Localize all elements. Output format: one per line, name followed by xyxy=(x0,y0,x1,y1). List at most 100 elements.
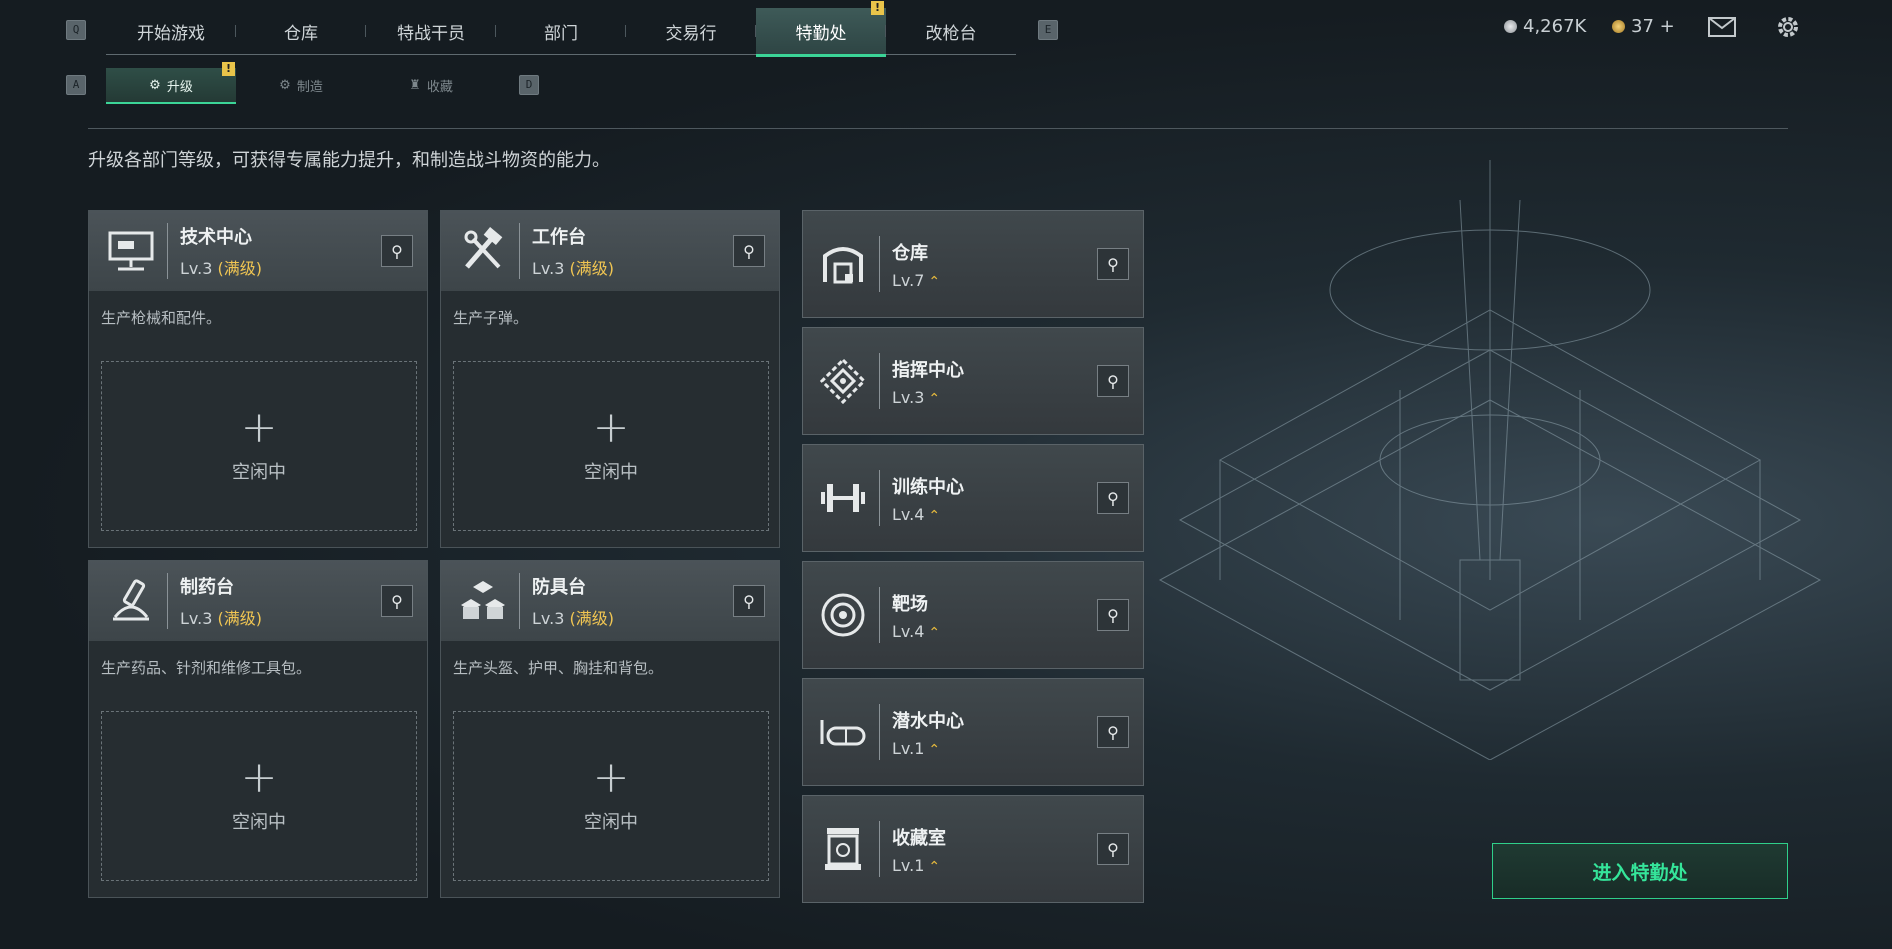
card-level: Lv.4 xyxy=(892,504,925,524)
subtab-upgrade[interactable]: ⚙ 升级 xyxy=(106,68,236,104)
subtab-label: 制造 xyxy=(296,79,323,95)
subtab-label: 升级 xyxy=(166,79,193,95)
search-icon: ⚲ xyxy=(1107,839,1119,859)
inspect-button[interactable]: ⚲ xyxy=(733,235,765,267)
subtab-craft[interactable]: ⚙ 制造 xyxy=(236,68,366,102)
card-title: 靶场 xyxy=(892,593,928,615)
inspect-button[interactable]: ⚲ xyxy=(1097,599,1129,631)
search-icon: ⚲ xyxy=(1107,371,1119,391)
slot-status: 空闲中 xyxy=(232,462,286,483)
card-title: 仓库 xyxy=(892,242,928,264)
sub-nav: ⚙ 升级 ⚙ 制造 ♜ 收藏 xyxy=(106,68,496,104)
facility-card-shooting-range[interactable]: 靶场 Lv.4 ⌃ ⚲ xyxy=(802,561,1144,669)
upgrade-arrow-icon: ⌃ xyxy=(928,273,941,290)
production-slot[interactable]: + 空闲中 xyxy=(101,361,417,531)
plus-icon: + xyxy=(240,402,278,453)
slot-status: 空闲中 xyxy=(232,812,286,833)
tab-warehouse[interactable]: 仓库 xyxy=(236,8,366,54)
gold-currency[interactable]: 37 + xyxy=(1612,16,1675,37)
card-description: 生产药品、针剂和维修工具包。 xyxy=(101,659,312,677)
workstation-card-tech-center[interactable]: 技术中心 Lv.3 (满级) ⚲ 生产枪械和配件。 + 空闲中 xyxy=(88,210,428,548)
tab-operators[interactable]: 特战干员 xyxy=(366,8,496,54)
armor-bench-icon xyxy=(453,571,513,631)
tab-gunsmith[interactable]: 改枪台 xyxy=(886,8,1016,54)
silver-amount: 4,267K xyxy=(1523,16,1587,37)
card-level: Lv.3 xyxy=(892,387,925,407)
facility-card-command-center[interactable]: 指挥中心 Lv.3 ⌃ ⚲ xyxy=(802,327,1144,435)
tab-start-game[interactable]: 开始游戏 xyxy=(106,8,236,54)
notification-badge: ! xyxy=(222,62,235,76)
production-slot[interactable]: + 空闲中 xyxy=(101,711,417,881)
plus-icon: + xyxy=(592,752,630,803)
tab-special-ops[interactable]: 特勤处 xyxy=(756,8,886,57)
upgrade-icon: ⚙ xyxy=(149,77,161,93)
base-blueprint-illustration xyxy=(1158,160,1822,760)
card-level: Lv.4 xyxy=(892,621,925,641)
card-level: Lv.1 xyxy=(892,738,925,758)
inspect-button[interactable]: ⚲ xyxy=(381,235,413,267)
gear-icon[interactable] xyxy=(1775,14,1801,40)
card-level: Lv.7 xyxy=(892,270,925,290)
key-hint-e: E xyxy=(1038,20,1058,40)
key-hint-q: Q xyxy=(66,20,86,40)
production-slot[interactable]: + 空闲中 xyxy=(453,711,769,881)
facility-card-warehouse[interactable]: 仓库 Lv.7 ⌃ ⚲ xyxy=(802,210,1144,318)
upgrade-arrow-icon: ⌃ xyxy=(928,624,941,641)
facility-card-collection-room[interactable]: 收藏室 Lv.1 ⌃ ⚲ xyxy=(802,795,1144,903)
search-icon: ⚲ xyxy=(1107,605,1119,625)
max-level-label: (满级) xyxy=(569,609,615,628)
card-title: 训练中心 xyxy=(892,476,964,498)
card-title: 潜水中心 xyxy=(892,710,964,732)
workbench-icon xyxy=(453,221,513,281)
card-level: Lv.3 xyxy=(532,259,565,278)
mail-icon[interactable] xyxy=(1708,17,1736,37)
collection-room-icon xyxy=(813,819,873,879)
subtab-collection[interactable]: ♜ 收藏 xyxy=(366,68,496,102)
upgrade-arrow-icon: ⌃ xyxy=(928,507,941,524)
facility-card-diving-center[interactable]: 潜水中心 Lv.1 ⌃ ⚲ xyxy=(802,678,1144,786)
slot-status: 空闲中 xyxy=(584,812,638,833)
card-description: 生产子弹。 xyxy=(453,309,529,327)
card-title: 技术中心 xyxy=(180,227,252,248)
search-icon: ⚲ xyxy=(391,241,403,261)
gold-coin-icon xyxy=(1612,20,1625,33)
workstation-card-pharmacy[interactable]: 制药台 Lv.3 (满级) ⚲ 生产药品、针剂和维修工具包。 + 空闲中 xyxy=(88,560,428,898)
inspect-button[interactable]: ⚲ xyxy=(733,585,765,617)
max-level-label: (满级) xyxy=(217,609,263,628)
silver-currency[interactable]: 4,267K xyxy=(1504,16,1586,37)
gold-amount: 37 + xyxy=(1631,16,1675,37)
upgrade-arrow-icon: ⌃ xyxy=(928,741,941,758)
search-icon: ⚲ xyxy=(743,241,755,261)
enter-special-ops-button[interactable]: 进入特勤处 xyxy=(1492,843,1788,899)
inspect-button[interactable]: ⚲ xyxy=(1097,833,1129,865)
inspect-button[interactable]: ⚲ xyxy=(1097,248,1129,280)
warehouse-icon xyxy=(813,234,873,294)
search-icon: ⚲ xyxy=(1107,488,1119,508)
plus-icon: + xyxy=(592,402,630,453)
inspect-button[interactable]: ⚲ xyxy=(1097,365,1129,397)
card-level: Lv.3 xyxy=(532,609,565,628)
workstation-card-armor-bench[interactable]: 防具台 Lv.3 (满级) ⚲ 生产头盔、护甲、胸挂和背包。 + 空闲中 xyxy=(440,560,780,898)
key-hint-d: D xyxy=(519,75,539,95)
command-center-icon xyxy=(813,351,873,411)
tech-center-icon xyxy=(101,221,161,281)
divider xyxy=(88,128,1788,129)
inspect-button[interactable]: ⚲ xyxy=(381,585,413,617)
card-level: Lv.3 xyxy=(180,609,213,628)
facility-card-training-center[interactable]: 训练中心 Lv.4 ⌃ ⚲ xyxy=(802,444,1144,552)
inspect-button[interactable]: ⚲ xyxy=(1097,716,1129,748)
inspect-button[interactable]: ⚲ xyxy=(1097,482,1129,514)
diving-center-icon xyxy=(813,702,873,762)
silver-coin-icon xyxy=(1504,20,1517,33)
search-icon: ⚲ xyxy=(1107,254,1119,274)
upgrade-arrow-icon: ⌃ xyxy=(928,390,941,407)
search-icon: ⚲ xyxy=(391,591,403,611)
card-description: 生产头盔、护甲、胸挂和背包。 xyxy=(453,659,664,677)
tab-trade[interactable]: 交易行 xyxy=(626,8,756,54)
tab-department[interactable]: 部门 xyxy=(496,8,626,54)
production-slot[interactable]: + 空闲中 xyxy=(453,361,769,531)
subtab-label: 收藏 xyxy=(426,79,453,95)
card-title: 收藏室 xyxy=(892,827,946,849)
workstation-card-workbench[interactable]: 工作台 Lv.3 (满级) ⚲ 生产子弹。 + 空闲中 xyxy=(440,210,780,548)
training-center-icon xyxy=(813,468,873,528)
